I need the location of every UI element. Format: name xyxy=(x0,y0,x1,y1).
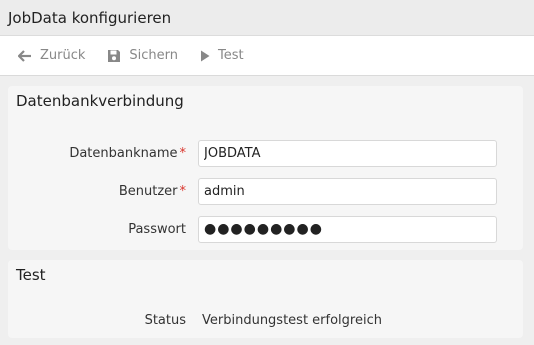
test-button[interactable]: Test xyxy=(200,48,244,63)
user-input[interactable] xyxy=(198,177,497,205)
status-value: Verbindungstest erfolgreich xyxy=(202,312,382,328)
window-title: JobData konfigurieren xyxy=(8,8,172,27)
status-row: Status Verbindungstest erfolgreich xyxy=(8,308,523,332)
test-label: Test xyxy=(218,48,244,63)
dbname-row: Datenbankname * xyxy=(8,134,523,172)
back-button[interactable]: Zurück xyxy=(18,48,85,63)
password-input[interactable] xyxy=(198,215,497,243)
password-row: Passwort xyxy=(8,210,523,248)
arrow-left-icon xyxy=(18,49,32,62)
play-icon xyxy=(200,50,210,62)
required-marker: * xyxy=(179,183,187,199)
save-button[interactable]: Sichern xyxy=(107,48,178,63)
database-connection-panel: Datenbankverbindung Datenbankname* Benut… xyxy=(8,86,523,250)
panel-title: Test xyxy=(16,266,46,284)
floppy-disk-icon xyxy=(107,49,121,63)
back-label: Zurück xyxy=(40,48,86,63)
dbname-label: Datenbankname xyxy=(69,145,178,161)
title-bar: JobData konfigurieren xyxy=(0,0,534,36)
main-content: Datenbankverbindung Datenbankname* Benut… xyxy=(0,76,534,338)
test-panel: Test Status Verbindungstest erfolgreich xyxy=(8,260,523,338)
dbname-input[interactable] xyxy=(198,139,497,167)
panel-title: Datenbankverbindung xyxy=(16,92,184,110)
required-marker: * xyxy=(179,145,187,161)
status-label: Status xyxy=(144,312,186,328)
toolbar: Zurück Sichern Test xyxy=(0,36,534,76)
password-label: Passwort xyxy=(128,221,186,237)
user-row: Benutzer * xyxy=(8,172,523,210)
user-label: Benutzer xyxy=(118,183,178,199)
save-label: Sichern xyxy=(129,48,179,63)
